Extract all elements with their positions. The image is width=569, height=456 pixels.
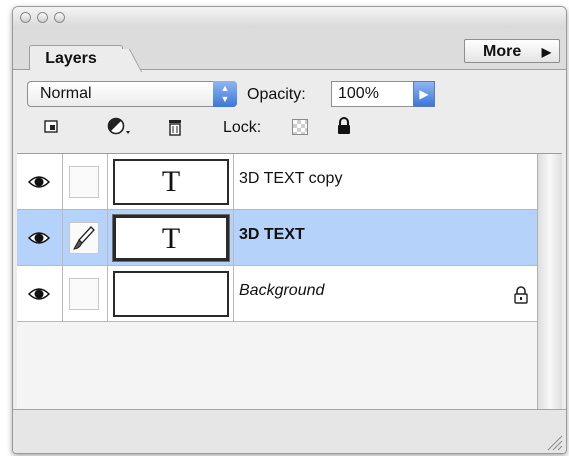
more-label: More: [483, 43, 522, 60]
layer-thumbnail[interactable]: T: [113, 159, 229, 205]
layer-row[interactable]: Background: [17, 266, 537, 322]
divider: [107, 154, 108, 209]
lock-icon: [513, 286, 529, 304]
layer-name[interactable]: Background: [239, 282, 324, 300]
divider: [62, 210, 63, 265]
updown-arrows-icon[interactable]: ▲ ▼: [213, 81, 237, 107]
opacity-slider-button[interactable]: ▶: [413, 81, 435, 107]
tab-layers-label: Layers: [45, 50, 97, 67]
divider: [107, 266, 108, 321]
opacity-label: Opacity:: [247, 86, 306, 103]
title-bar[interactable]: [13, 7, 566, 30]
layers-list: T 3D TEXT copy T 3D TEXT Background: [17, 153, 537, 410]
triangle-right-icon: ▶: [541, 45, 551, 59]
merge-layers-icon[interactable]: [43, 117, 61, 140]
divider: [233, 210, 234, 265]
divider: [62, 266, 63, 321]
layers-panel: Layers More ▶ Normal ▲ ▼ Opacity: 100% ▶ …: [12, 6, 567, 454]
layer-name[interactable]: 3D TEXT: [239, 226, 305, 244]
tab-layers[interactable]: Layers: [29, 45, 123, 70]
layer-thumbnail[interactable]: [113, 271, 229, 317]
lock-transparency-icon[interactable]: [292, 119, 308, 135]
layer-row[interactable]: T 3D TEXT: [17, 210, 537, 266]
divider: [233, 154, 234, 209]
paintbrush-icon[interactable]: [69, 222, 99, 254]
minimize-window-button[interactable]: [37, 12, 48, 23]
vertical-scrollbar[interactable]: [537, 153, 562, 409]
layer-thumbnail[interactable]: T: [112, 214, 230, 262]
zoom-window-button[interactable]: [54, 12, 65, 23]
layer-name[interactable]: 3D TEXT copy: [239, 170, 342, 188]
blend-mode-select[interactable]: Normal ▲ ▼: [27, 81, 237, 107]
eye-icon[interactable]: [27, 171, 51, 193]
opacity-value: 100%: [338, 85, 379, 102]
eye-icon[interactable]: [27, 227, 51, 249]
more-button[interactable]: More ▶: [464, 39, 560, 63]
divider: [233, 266, 234, 321]
layer-row[interactable]: T 3D TEXT copy: [17, 154, 537, 210]
trash-icon[interactable]: [167, 117, 183, 142]
link-cell[interactable]: [69, 166, 99, 198]
opacity-input[interactable]: 100%: [331, 81, 415, 107]
tab-row: Layers More ▶: [13, 29, 566, 70]
lock-label: Lock:: [223, 119, 262, 136]
blend-mode-value: Normal: [40, 85, 92, 102]
lock-all-icon[interactable]: [335, 117, 353, 135]
divider: [62, 154, 63, 209]
link-cell[interactable]: [69, 278, 99, 310]
close-window-button[interactable]: [20, 12, 31, 23]
resize-grip-icon[interactable]: [542, 430, 564, 452]
adjustment-layer-icon[interactable]: [107, 117, 133, 142]
bottom-bar: [13, 409, 566, 453]
divider: [107, 210, 108, 265]
eye-icon[interactable]: [27, 283, 51, 305]
